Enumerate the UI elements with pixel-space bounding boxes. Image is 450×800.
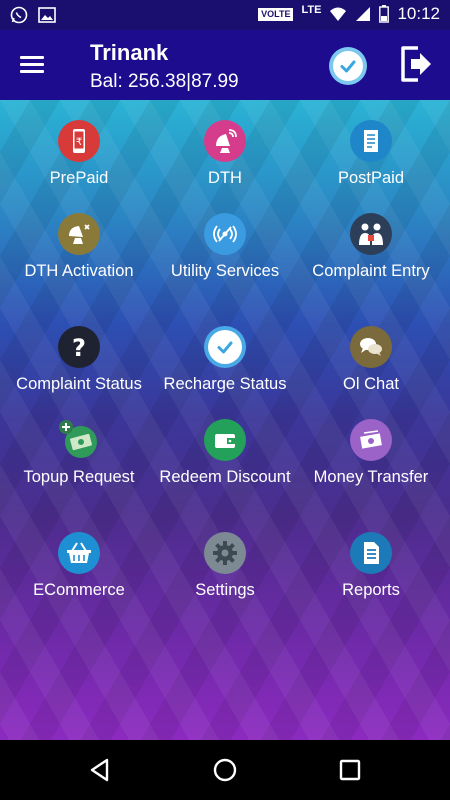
- tile-label: Redeem Discount: [159, 468, 291, 486]
- whatsapp-icon: [10, 6, 28, 24]
- tile-label: Complaint Status: [16, 375, 142, 393]
- tile-recharge-status[interactable]: Recharge Status: [150, 326, 300, 395]
- question-icon: ?: [58, 326, 100, 368]
- svg-text:₹: ₹: [76, 137, 82, 148]
- svg-text:?: ?: [72, 334, 86, 362]
- tile-reports[interactable]: Reports: [296, 532, 446, 601]
- prepaid-mobile-icon: ₹: [58, 120, 100, 162]
- check-icon: [340, 60, 356, 73]
- tile-money-transfer[interactable]: Money Transfer: [296, 419, 446, 488]
- battery-icon: [379, 5, 390, 23]
- wifi-icon: [330, 7, 347, 21]
- hamburger-line: [20, 63, 44, 66]
- gear-icon: [204, 532, 246, 574]
- signal-icon: [356, 7, 371, 21]
- tile-label: PostPaid: [337, 169, 405, 187]
- home-icon[interactable]: [211, 756, 239, 784]
- tile-label: Utility Services: [170, 262, 280, 280]
- app-bar: Trinank Bal: 256.38|87.99: [0, 30, 450, 100]
- tile-label: Ol Chat: [343, 375, 399, 393]
- network-type: LTE: [301, 4, 322, 16]
- back-icon[interactable]: [86, 756, 114, 784]
- tile-complaint-entry[interactable]: Complaint Entry: [296, 213, 446, 282]
- balance: Bal: 256.38|87.99: [90, 71, 239, 92]
- verified-button[interactable]: [329, 47, 367, 85]
- hamburger-line: [20, 70, 44, 73]
- wallet-icon: [204, 419, 246, 461]
- recents-icon[interactable]: [336, 756, 364, 784]
- tile-ecommerce[interactable]: ECommerce: [4, 532, 154, 601]
- tile-label: Reports: [342, 581, 400, 599]
- user-name: Trinank: [90, 40, 169, 65]
- tile-label: Topup Request: [23, 468, 135, 486]
- system-nav-bar: [0, 740, 450, 800]
- services-grid: ₹ PrePaid DTH PostPaid DTH Activation Ut…: [0, 100, 450, 740]
- postpaid-bill-icon: [350, 120, 392, 162]
- tile-utility-services[interactable]: Utility Services: [150, 213, 300, 282]
- tile-dth-activation[interactable]: DTH Activation: [4, 213, 154, 282]
- hamburger-line: [20, 56, 44, 59]
- dth-satellite-icon: [204, 120, 246, 162]
- tile-redeem-discount[interactable]: Redeem Discount: [150, 419, 300, 488]
- logout-button[interactable]: [398, 44, 434, 84]
- tile-prepaid[interactable]: ₹ PrePaid: [4, 120, 154, 189]
- tile-label: Recharge Status: [163, 375, 287, 393]
- check-circle-icon: [204, 326, 246, 368]
- volte-badge: VOLTE: [258, 7, 294, 21]
- wireless-signal-icon: [204, 213, 246, 255]
- tile-label: Settings: [195, 581, 255, 599]
- chat-bubbles-icon: [350, 326, 392, 368]
- tile-complaint-status[interactable]: ? Complaint Status: [4, 326, 154, 395]
- shopping-basket-icon: [58, 532, 100, 574]
- tile-settings[interactable]: Settings: [150, 532, 300, 601]
- report-document-icon: [350, 532, 392, 574]
- menu-button[interactable]: [20, 52, 50, 78]
- tile-label: Complaint Entry: [312, 262, 430, 280]
- satellite-dish-icon: [58, 213, 100, 255]
- tile-ol-chat[interactable]: Ol Chat: [296, 326, 446, 395]
- complaint-entry-icon: [350, 213, 392, 255]
- money-transfer-icon: [350, 419, 392, 461]
- image-icon: [38, 7, 56, 23]
- tile-label: PrePaid: [49, 169, 109, 187]
- tile-topup-request[interactable]: Topup Request: [4, 419, 154, 488]
- status-bar: VOLTE LTE 10:12: [0, 0, 450, 30]
- tile-label: DTH Activation: [24, 262, 134, 280]
- tile-label: Money Transfer: [313, 468, 429, 486]
- tile-dth[interactable]: DTH: [150, 120, 300, 189]
- tile-label: ECommerce: [33, 581, 125, 599]
- tile-label: DTH: [208, 169, 242, 187]
- clock: 10:12: [397, 4, 440, 23]
- tile-postpaid[interactable]: PostPaid: [296, 120, 446, 189]
- money-add-icon: [58, 419, 100, 461]
